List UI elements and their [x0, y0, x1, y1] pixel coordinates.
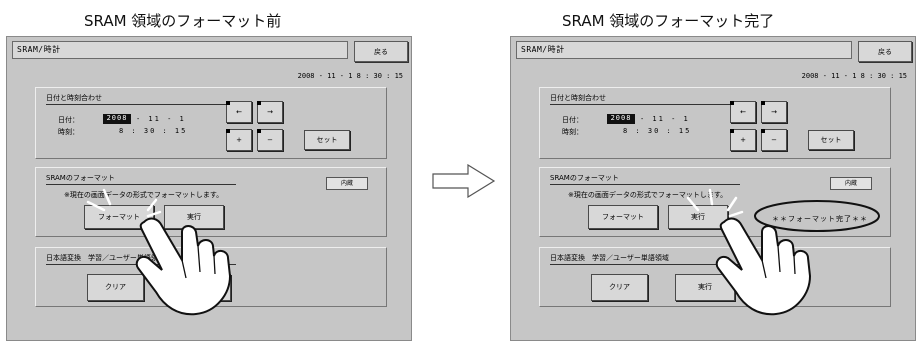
- clock-panel-title: 日付と時刻合わせ: [550, 93, 740, 105]
- left-arrow-button[interactable]: ←: [226, 101, 252, 123]
- date-rest: - 11 - 1: [136, 115, 186, 123]
- tap-hand-icon: [686, 188, 812, 316]
- right-arrow-button[interactable]: →: [761, 101, 787, 123]
- clock-panel: 日付と時刻合わせ 日付： 2008 - 11 - 1 時刻： 8 : 30 : …: [35, 87, 387, 159]
- back-button[interactable]: 戻る: [354, 41, 408, 62]
- year-field[interactable]: 2008: [103, 114, 131, 124]
- time-value: 8 : 30 : 15: [119, 127, 188, 135]
- caption-after: SRAM 領域のフォーマット完了: [562, 12, 775, 30]
- right-arrow-button[interactable]: →: [257, 101, 283, 123]
- clear-button[interactable]: クリア: [591, 274, 648, 301]
- format-panel-title: SRAMのフォーマット: [550, 173, 740, 185]
- window-title: SRAM/時計: [516, 41, 852, 59]
- time-label: 時刻：: [58, 128, 79, 136]
- set-button[interactable]: セット: [808, 130, 854, 150]
- minus-button[interactable]: −: [257, 129, 283, 151]
- clock-panel: 日付と時刻合わせ 日付： 2008 - 11 - 1 時刻： 8 : 30 : …: [539, 87, 891, 159]
- date-rest: - 11 - 1: [640, 115, 690, 123]
- transition-arrow-icon: [432, 164, 496, 198]
- format-button[interactable]: フォーマット: [588, 205, 658, 229]
- window-title: SRAM/時計: [12, 41, 348, 59]
- time-value: 8 : 30 : 15: [623, 127, 692, 135]
- plus-button[interactable]: +: [730, 129, 756, 151]
- plus-button[interactable]: +: [226, 129, 252, 151]
- caption-before: SRAM 領域のフォーマット前: [84, 12, 282, 30]
- current-datetime: 2008 - 11 - 1 8 : 30 : 15: [801, 72, 907, 80]
- clock-panel-title: 日付と時刻合わせ: [46, 93, 236, 105]
- minus-button[interactable]: −: [761, 129, 787, 151]
- format-panel-title: SRAMのフォーマット: [46, 173, 236, 185]
- date-label: 日付：: [58, 116, 79, 124]
- internal-badge: 内蔵: [326, 177, 368, 190]
- left-arrow-button[interactable]: ←: [730, 101, 756, 123]
- tap-hand-icon: [86, 188, 232, 316]
- back-button[interactable]: 戻る: [858, 41, 912, 62]
- date-label: 日付：: [562, 116, 583, 124]
- set-button[interactable]: セット: [304, 130, 350, 150]
- current-datetime: 2008 - 11 - 1 8 : 30 : 15: [297, 72, 403, 80]
- year-field[interactable]: 2008: [607, 114, 635, 124]
- time-label: 時刻：: [562, 128, 583, 136]
